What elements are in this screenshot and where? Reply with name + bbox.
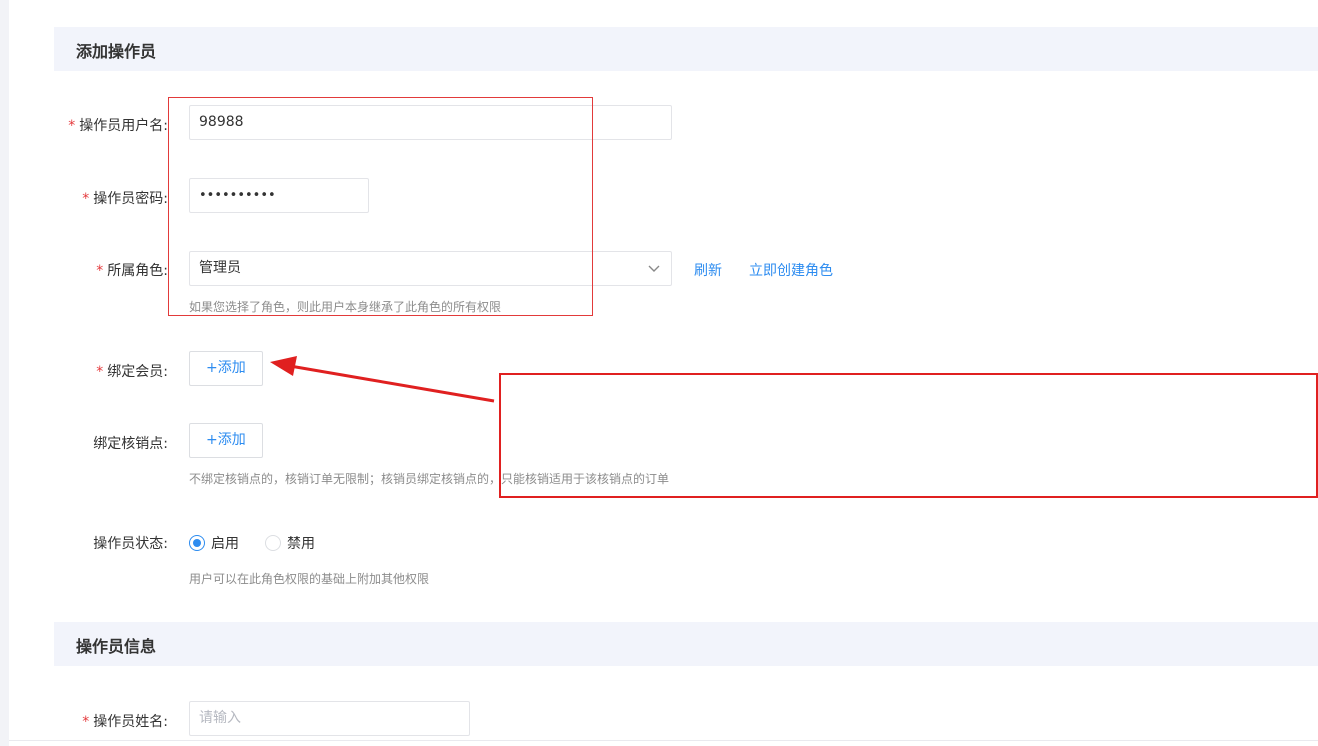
name-label: * 操作员姓名: (82, 714, 168, 730)
bottom-divider (9, 740, 1318, 741)
section-header-add-operator: 添加操作员 (54, 27, 1318, 71)
bind-point-hint: 不绑定核销点的，核销订单无限制；核销员绑定核销点的，只能核销适用于该核销点的订单 (189, 472, 670, 486)
role-select-value: 管理员 (199, 260, 241, 276)
bind-point-label: 绑定核销点: (93, 436, 168, 452)
role-select[interactable]: 管理员 (189, 251, 672, 286)
status-label: 操作员状态: (93, 536, 168, 552)
role-label: * 所属角色: (96, 263, 168, 279)
section-header-operator-info: 操作员信息 (54, 622, 1318, 666)
role-hint: 如果您选择了角色，则此用户本身继承了此角色的所有权限 (189, 300, 502, 314)
username-label: * 操作员用户名: (68, 118, 168, 134)
create-role-link[interactable]: 立即创建角色 (749, 260, 833, 280)
radio-unchecked-icon (265, 535, 281, 551)
username-input[interactable]: 98988 (189, 105, 672, 140)
section-title: 操作员信息 (76, 637, 157, 656)
name-input[interactable]: 请输入 (189, 701, 470, 736)
password-label: * 操作员密码: (82, 191, 168, 207)
left-panel-edge (0, 0, 9, 746)
add-point-button[interactable]: +添加 (189, 423, 263, 458)
status-radio-enable[interactable]: 启用 (189, 533, 239, 553)
status-hint: 用户可以在此角色权限的基础上附加其他权限 (189, 572, 430, 586)
radio-checked-icon (189, 535, 205, 551)
add-member-button[interactable]: +添加 (189, 351, 263, 386)
refresh-link[interactable]: 刷新 (694, 260, 722, 280)
password-input[interactable]: •••••••••• (189, 178, 369, 213)
bind-member-label: * 绑定会员: (96, 364, 168, 380)
section-title: 添加操作员 (76, 42, 157, 61)
status-radio-disable[interactable]: 禁用 (265, 533, 315, 553)
chevron-down-icon (648, 265, 660, 272)
